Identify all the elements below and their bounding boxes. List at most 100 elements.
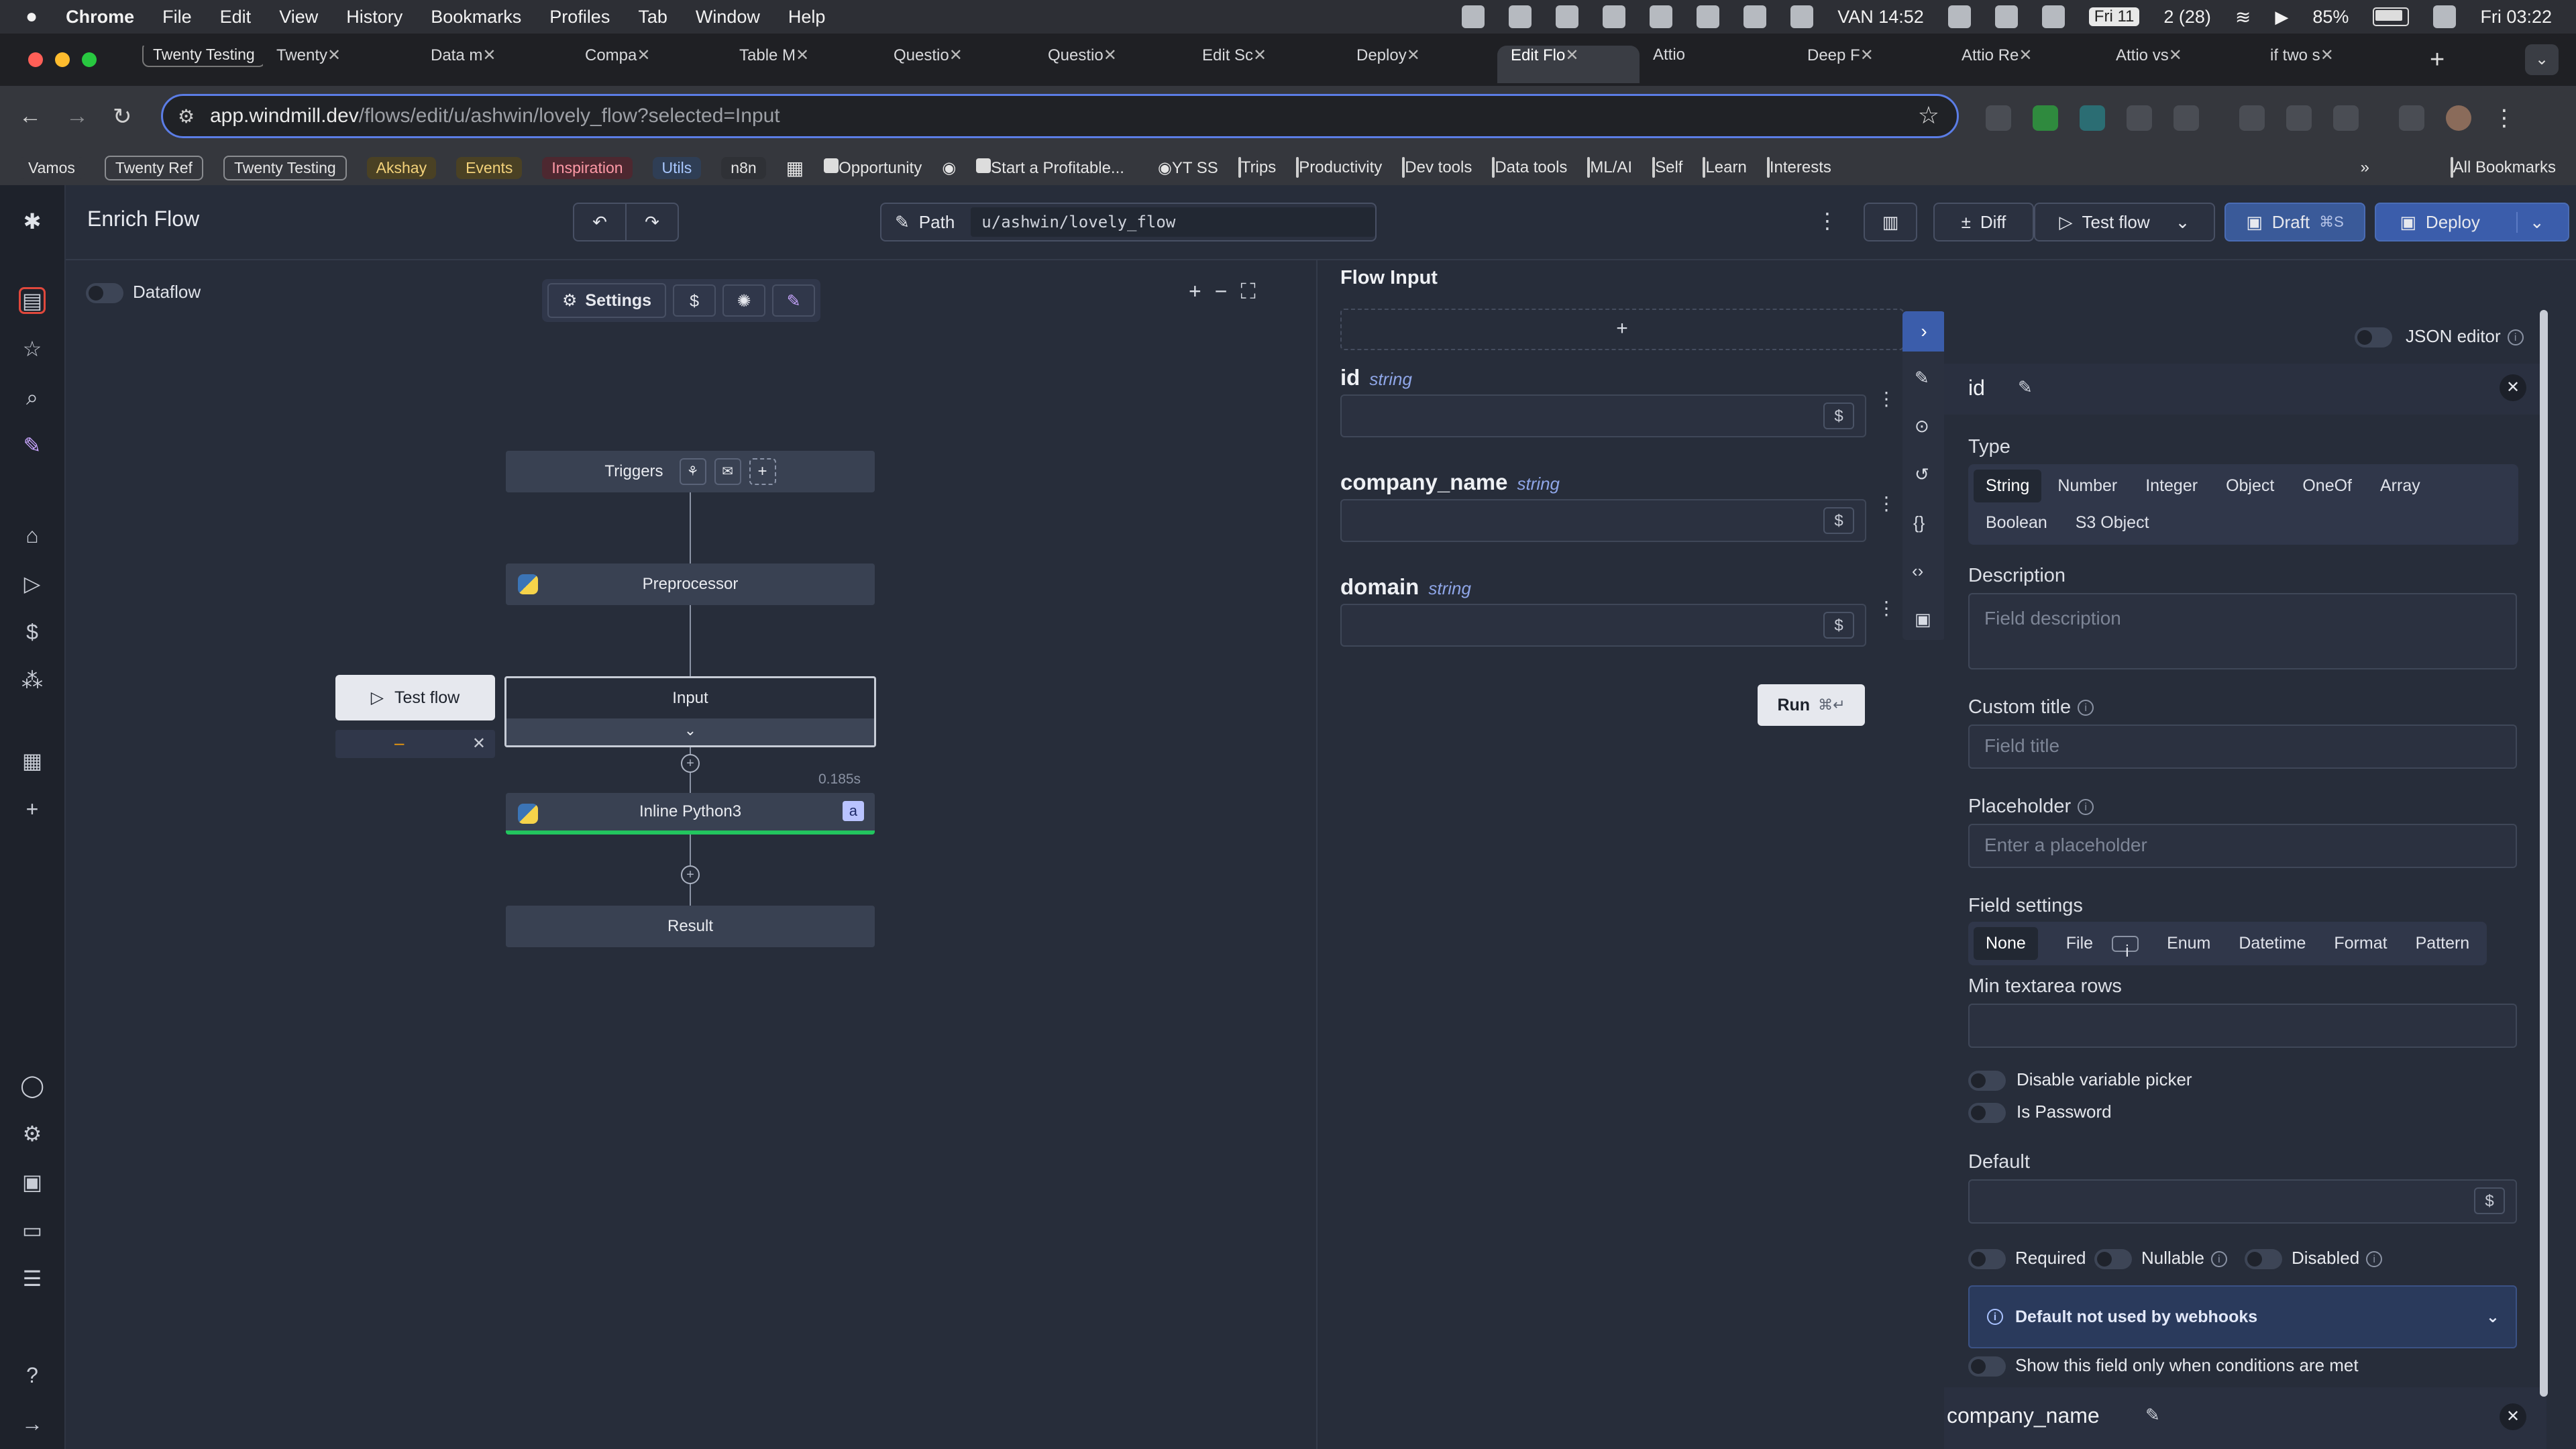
id-input[interactable]: $	[1340, 394, 1866, 437]
app-status-icon[interactable]	[1509, 5, 1532, 28]
clock[interactable]: Fri 03:22	[2480, 7, 2552, 28]
app-status-icon[interactable]	[1462, 5, 1485, 28]
browser-tab[interactable]: Data m✕	[417, 46, 572, 83]
company-name-input[interactable]: $	[1340, 499, 1866, 542]
default-input[interactable]: $	[1968, 1179, 2517, 1224]
side-panel-icon[interactable]	[2333, 105, 2359, 131]
deploy-button[interactable]: ▣ Deploy ⌄	[2375, 203, 2569, 241]
add-field-button[interactable]: +	[1340, 309, 1904, 350]
user-icon[interactable]: ◯	[19, 1072, 46, 1099]
expand-sidebar-icon[interactable]: →	[19, 1410, 46, 1437]
test-flow-button[interactable]: ▷ Test flow ⌄	[2034, 203, 2215, 241]
all-bookmarks-folder[interactable]: All Bookmarks	[2450, 157, 2556, 178]
close-icon[interactable]: ✕	[2500, 374, 2526, 401]
inline-python-node[interactable]: Inline Python3 a	[506, 793, 875, 835]
type-option-boolean[interactable]: Boolean	[1974, 506, 2059, 539]
disabled-toggle[interactable]	[2245, 1249, 2282, 1269]
browser-tab-active[interactable]: Edit Flo✕	[1497, 46, 1640, 83]
battery-icon[interactable]	[2373, 7, 2410, 26]
extension-icon[interactable]	[2080, 105, 2105, 131]
input-node[interactable]: Input ⌄	[504, 676, 876, 747]
schedules-calendar-icon[interactable]: ▦	[19, 747, 46, 774]
close-tab-icon[interactable]: ✕	[637, 46, 650, 64]
bookmark-folder[interactable]: Dev tools	[1402, 157, 1472, 178]
browser-tab[interactable]: Edit Sc✕	[1189, 46, 1343, 83]
bookmark-badge[interactable]: Twenty Ref	[104, 155, 203, 180]
reload-icon[interactable]: ↻	[113, 103, 132, 130]
app-status-icon[interactable]	[1790, 5, 1814, 28]
variables-button[interactable]: $	[673, 284, 716, 317]
media-icon[interactable]	[2399, 105, 2424, 131]
close-tab-icon[interactable]: ✕	[327, 46, 341, 64]
browser-tab[interactable]: Attio	[1640, 46, 1794, 83]
run-button[interactable]: Run ⌘↵	[1758, 684, 1865, 726]
flow-title[interactable]: Enrich Flow	[87, 207, 199, 231]
menu-edit[interactable]: Edit	[220, 7, 252, 28]
flow-editor-icon[interactable]: ▤	[19, 287, 46, 314]
menu-window[interactable]: Window	[696, 7, 760, 28]
menu-profiles[interactable]: Profiles	[549, 7, 610, 28]
bookmark-badge[interactable]: Utils	[652, 156, 702, 179]
close-tab-icon[interactable]: ✕	[2019, 46, 2032, 64]
browser-tab[interactable]: Questio✕	[880, 46, 1034, 83]
disable-picker-toggle[interactable]	[1968, 1071, 2006, 1091]
drag-handle-icon[interactable]: ⋮⋮	[1877, 494, 1915, 519]
menu-tab[interactable]: Tab	[638, 7, 667, 28]
menu-bookmarks[interactable]: Bookmarks	[431, 7, 521, 28]
type-option-object[interactable]: Object	[2214, 470, 2286, 502]
min-rows-input[interactable]	[1968, 1004, 2517, 1048]
flow-canvas[interactable]: Dataflow ⚙ Settings $ ✺ ✎ + − ⛶ Triggers …	[66, 260, 1315, 1449]
dollar-icon[interactable]: $	[1823, 402, 1854, 429]
type-option-number[interactable]: Number	[2045, 470, 2129, 502]
setting-format[interactable]: Format	[2322, 927, 2399, 960]
bookmark-badge[interactable]: Twenty Testing	[223, 155, 347, 180]
test-flow-node-button[interactable]: ▷ Test flow	[335, 675, 495, 720]
menu-file[interactable]: File	[162, 7, 192, 28]
diff-button[interactable]: ± Diff	[1933, 203, 2034, 241]
address-bar[interactable]: ⚙ app.windmill.dev/flows/edit/u/ashwin/l…	[161, 94, 1959, 138]
close-icon[interactable]: ✕	[472, 734, 486, 753]
avatar[interactable]	[2446, 105, 2471, 131]
type-option-array[interactable]: Array	[2368, 470, 2432, 502]
close-icon[interactable]: ✕	[2500, 1403, 2526, 1430]
setting-file[interactable]: File i	[2042, 927, 2151, 960]
type-option-integer[interactable]: Integer	[2133, 470, 2210, 502]
bookmark-badge[interactable]: Akshay	[366, 156, 437, 179]
folder-icon[interactable]: ▭	[19, 1217, 46, 1244]
email-icon[interactable]: ✉	[714, 458, 741, 485]
type-option-string[interactable]: String	[1974, 470, 2042, 502]
browser-tab[interactable]: Attio Re✕	[1948, 46, 2102, 83]
tab-search-icon[interactable]: ⌄	[2525, 44, 2559, 75]
edit-pencil-icon[interactable]: ✎	[2145, 1405, 2160, 1426]
browser-tab[interactable]: Attio vs✕	[2102, 46, 2257, 83]
puzzle-icon[interactable]	[2174, 105, 2199, 131]
control-center-icon[interactable]	[2433, 5, 2457, 28]
dollar-icon[interactable]: $	[1823, 507, 1854, 534]
webhook-default-notice[interactable]: i Default not used by webhooks ⌄	[1968, 1285, 2517, 1348]
close-tab-icon[interactable]: ✕	[949, 46, 963, 64]
fit-view-icon[interactable]: ⛶	[1240, 279, 1255, 318]
collapse-chevron-icon[interactable]: ›	[1902, 311, 1945, 352]
help-icon[interactable]: ?	[19, 1362, 46, 1389]
json-editor-toggle[interactable]	[2355, 327, 2392, 347]
info-icon[interactable]: i	[2078, 700, 2094, 716]
site-settings-icon[interactable]: ⚙	[178, 105, 195, 127]
add-icon[interactable]: +	[19, 796, 46, 822]
browser-tab[interactable]: if two s✕	[2257, 46, 2411, 83]
chevron-down-icon[interactable]: ⌄	[506, 718, 874, 745]
info-icon[interactable]: i	[2210, 1251, 2227, 1268]
code-icon[interactable]: ‹›	[1912, 561, 1923, 582]
bookmark-folder[interactable]: Trips	[1238, 157, 1276, 178]
apple-icon[interactable]: ●	[25, 5, 38, 28]
dollar-icon[interactable]: $	[1823, 612, 1854, 639]
toggle-panel-button[interactable]: ▥	[1864, 203, 1917, 241]
setting-none[interactable]: None	[1974, 927, 2038, 960]
ai-wand-icon[interactable]: ✎	[19, 432, 46, 459]
placeholder-input[interactable]: Enter a placeholder	[1968, 824, 2517, 868]
bookmark-folder[interactable]: Learn	[1703, 157, 1747, 178]
bookmark-folder[interactable]: ML/AI	[1587, 157, 1632, 178]
path-field[interactable]: ✎ Path u/ashwin/lovely_flow	[880, 203, 1377, 241]
insert-step-icon[interactable]: +	[681, 865, 700, 884]
browser-tab[interactable]: Twenty✕	[263, 46, 417, 83]
bookmark-badge[interactable]: n8n	[721, 156, 766, 179]
